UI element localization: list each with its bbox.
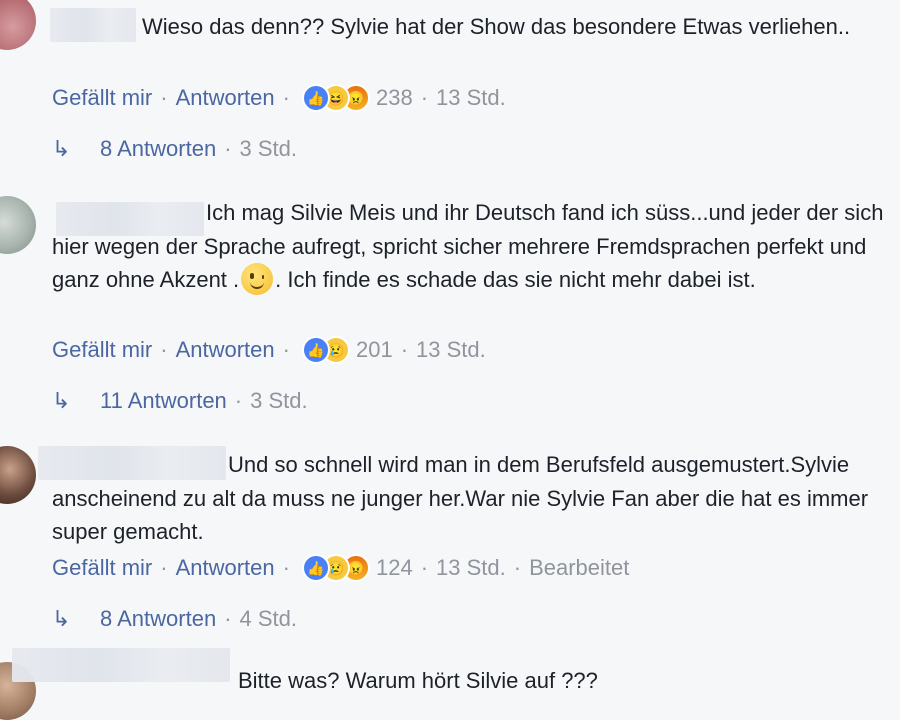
comment-actions: Gefällt mir · Antworten · 👍 😢 😠 124 · 13… xyxy=(52,554,630,582)
timestamp[interactable]: 13 Std. xyxy=(436,85,506,111)
replies-time: 3 Std. xyxy=(250,388,308,413)
comment-text: Und so schnell wird man in dem Berufsfel… xyxy=(52,448,892,549)
like-icon: 👍 xyxy=(301,84,330,112)
like-button[interactable]: Gefällt mir xyxy=(52,85,152,111)
like-button[interactable]: Gefällt mir xyxy=(52,337,152,363)
comment-text: Bitte was? Warum hört Silvie auf ??? xyxy=(238,664,892,698)
like-button[interactable]: Gefällt mir xyxy=(52,555,152,581)
comment-4: Bitte was? Warum hört Silvie auf ??? xyxy=(0,644,900,720)
replies-count-label[interactable]: 8 Antworten xyxy=(100,136,216,162)
reply-arrow-icon: ↳ xyxy=(52,606,71,631)
view-replies-link[interactable]: ↳ 8 Antworten · 4 Std. xyxy=(52,606,297,632)
avatar[interactable] xyxy=(0,0,36,50)
avatar[interactable] xyxy=(0,196,36,254)
reply-arrow-icon: ↳ xyxy=(52,136,71,161)
like-icon: 👍 xyxy=(301,554,330,582)
author-name-blurred[interactable] xyxy=(12,648,230,682)
reply-arrow-icon: ↳ xyxy=(52,388,71,413)
reactions-summary[interactable]: 👍 😢 😠 xyxy=(301,554,370,582)
replies-time: 3 Std. xyxy=(239,136,297,161)
reply-button[interactable]: Antworten xyxy=(176,337,275,363)
view-replies-link[interactable]: ↳ 11 Antworten · 3 Std. xyxy=(52,388,308,414)
comment-text: Wieso das denn?? Sylvie hat der Show das… xyxy=(52,10,892,44)
view-replies-link[interactable]: ↳ 8 Antworten · 3 Std. xyxy=(52,136,297,162)
reply-button[interactable]: Antworten xyxy=(176,555,275,581)
reactions-summary[interactable]: 👍 😢 xyxy=(301,336,350,364)
comment-body: Bitte was? Warum hört Silvie auf ??? xyxy=(238,668,598,693)
reaction-count[interactable]: 201 xyxy=(356,337,393,363)
comment-body: Wieso das denn?? Sylvie hat der Show das… xyxy=(142,14,851,39)
comment-1: Wieso das denn?? Sylvie hat der Show das… xyxy=(0,0,900,180)
comment-text: Ich mag Silvie Meis und ihr Deutsch fand… xyxy=(52,196,892,297)
edited-label[interactable]: Bearbeitet xyxy=(529,555,629,581)
comment-body: Und so schnell wird man in dem Berufsfel… xyxy=(52,452,869,544)
wink-emoji-icon xyxy=(241,263,274,296)
reply-button[interactable]: Antworten xyxy=(176,85,275,111)
comment-body-part2: . Ich finde es schade das sie nicht mehr… xyxy=(275,267,756,292)
reaction-count[interactable]: 238 xyxy=(376,85,413,111)
comment-2: Ich mag Silvie Meis und ihr Deutsch fand… xyxy=(0,190,900,430)
replies-time: 4 Std. xyxy=(239,606,297,631)
replies-count-label[interactable]: 11 Antworten xyxy=(100,388,227,414)
replies-count-label[interactable]: 8 Antworten xyxy=(100,606,216,632)
comment-actions: Gefällt mir · Antworten · 👍 😢 201 · 13 S… xyxy=(52,336,486,364)
timestamp[interactable]: 13 Std. xyxy=(416,337,486,363)
reaction-count[interactable]: 124 xyxy=(376,555,413,581)
avatar[interactable] xyxy=(0,446,36,504)
reactions-summary[interactable]: 👍 😆 😠 xyxy=(301,84,370,112)
comment-actions: Gefällt mir · Antworten · 👍 😆 😠 238 · 13… xyxy=(52,84,506,112)
timestamp[interactable]: 13 Std. xyxy=(436,555,506,581)
like-icon: 👍 xyxy=(301,336,330,364)
comment-3: Und so schnell wird man in dem Berufsfel… xyxy=(0,440,900,640)
